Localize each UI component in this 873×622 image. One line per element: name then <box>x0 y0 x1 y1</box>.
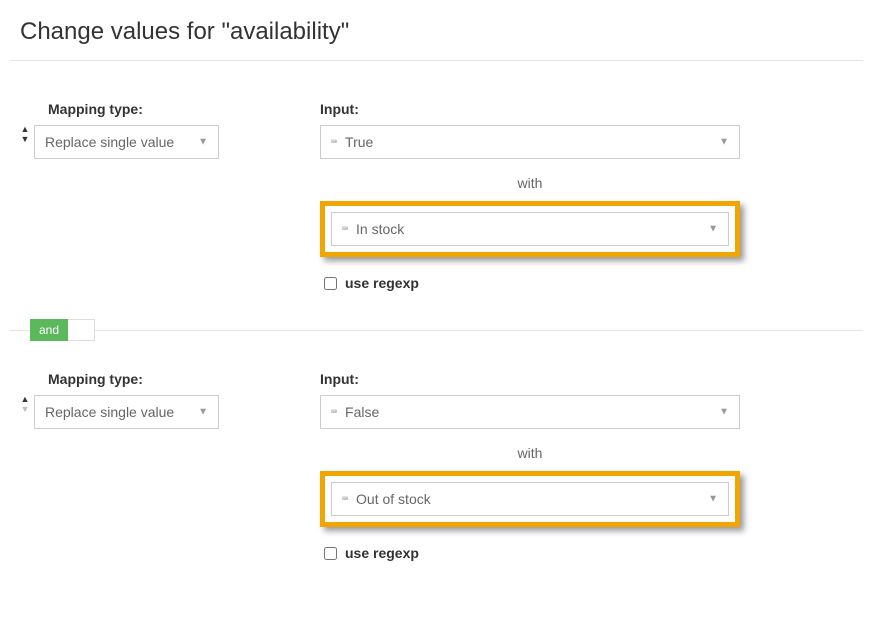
mapping-type-label: Mapping type: <box>48 101 320 117</box>
chevron-down-icon[interactable]: ▼ <box>20 405 30 415</box>
use-regexp-checkbox[interactable] <box>324 277 337 290</box>
input-label: Input: <box>320 101 740 117</box>
caret-down-icon: ▼ <box>198 407 208 418</box>
input-value: True <box>345 134 373 150</box>
output-highlight: ⌨ Out of stock ▼ <box>320 471 740 527</box>
keyboard-icon: ⌨ <box>331 407 337 418</box>
mapping-type-select[interactable]: Replace single value ▼ <box>34 125 219 159</box>
mapping-type-select[interactable]: Replace single value ▼ <box>34 395 219 429</box>
rule-block: ▲ ▼ Mapping type: Replace single value ▼… <box>0 341 873 561</box>
caret-down-icon: ▼ <box>198 137 208 148</box>
input-select[interactable]: ⌨ True ▼ <box>320 125 740 159</box>
or-toggle[interactable] <box>68 319 95 341</box>
regexp-row: use regexp <box>320 545 740 561</box>
output-highlight: ⌨ In stock ▼ <box>320 201 740 257</box>
caret-down-icon: ▼ <box>719 407 729 418</box>
with-label: with <box>320 175 740 191</box>
output-select[interactable]: ⌨ In stock ▼ <box>331 212 729 246</box>
output-value: In stock <box>356 221 404 237</box>
chevron-down-icon[interactable]: ▼ <box>20 135 30 145</box>
with-label: with <box>320 445 740 461</box>
separator-line <box>10 330 30 331</box>
use-regexp-label: use regexp <box>345 275 419 291</box>
regexp-row: use regexp <box>320 275 740 291</box>
keyboard-icon: ⌨ <box>331 137 337 148</box>
output-select[interactable]: ⌨ Out of stock ▼ <box>331 482 729 516</box>
rule-separator: and <box>10 319 863 341</box>
mapping-type-value: Replace single value <box>45 134 174 150</box>
input-label: Input: <box>320 371 740 387</box>
caret-down-icon: ▼ <box>719 137 729 148</box>
use-regexp-label: use regexp <box>345 545 419 561</box>
keyboard-icon: ⌨ <box>342 494 348 505</box>
input-value: False <box>345 404 379 420</box>
mapping-type-label: Mapping type: <box>48 371 320 387</box>
and-toggle[interactable]: and <box>30 319 68 341</box>
mapping-type-value: Replace single value <box>45 404 174 420</box>
page-title: Change values for "availability" <box>0 0 873 54</box>
caret-down-icon: ▼ <box>708 224 718 235</box>
rule-block: ▲ ▼ Mapping type: Replace single value ▼… <box>0 61 873 291</box>
output-value: Out of stock <box>356 491 431 507</box>
use-regexp-checkbox[interactable] <box>324 547 337 560</box>
caret-down-icon: ▼ <box>708 494 718 505</box>
separator-line <box>95 330 863 331</box>
input-select[interactable]: ⌨ False ▼ <box>320 395 740 429</box>
keyboard-icon: ⌨ <box>342 224 348 235</box>
